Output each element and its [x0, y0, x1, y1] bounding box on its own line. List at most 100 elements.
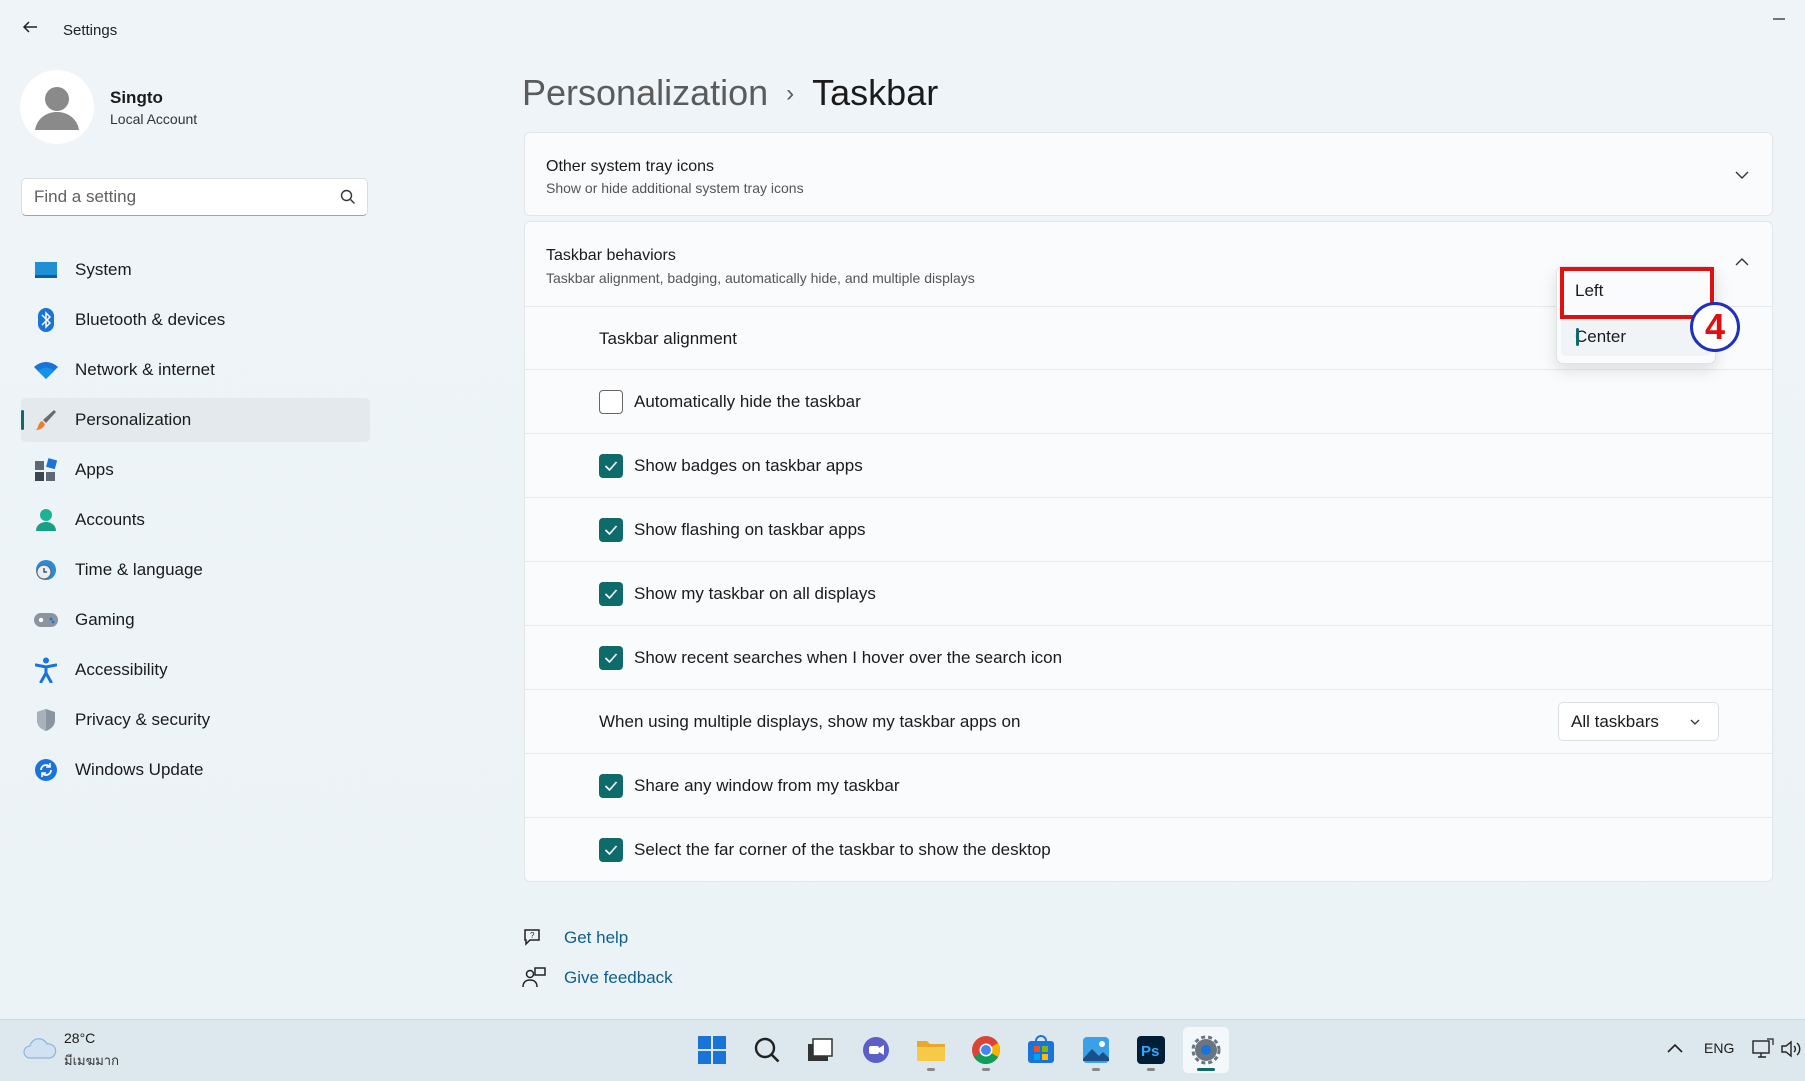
auto-hide-label: Automatically hide the taskbar — [634, 391, 861, 411]
chat-icon — [863, 1037, 889, 1063]
sidebar-item-apps[interactable]: Apps — [21, 448, 370, 492]
far-corner-label: Select the far corner of the taskbar to … — [634, 839, 1051, 859]
far-corner-row[interactable]: Select the far corner of the taskbar to … — [525, 817, 1772, 881]
sidebar-item-time-language[interactable]: Time & language — [21, 548, 370, 592]
multi-display-dropdown[interactable]: All taskbars — [1558, 702, 1719, 741]
update-icon — [33, 757, 59, 783]
checkmark-icon — [604, 780, 618, 791]
start-icon — [698, 1036, 726, 1064]
network-monitor-icon[interactable] — [1752, 1038, 1774, 1060]
photoshop-icon: Ps — [1137, 1036, 1165, 1064]
wifi-icon — [33, 357, 59, 383]
weather-description[interactable]: มีเมฆมาก — [64, 1050, 119, 1071]
checkmark-icon — [604, 524, 618, 535]
start-button[interactable] — [689, 1027, 735, 1073]
far-corner-checkbox[interactable] — [599, 837, 623, 862]
chrome-button[interactable] — [963, 1027, 1009, 1073]
sidebar-item-accounts[interactable]: Accounts — [21, 498, 370, 542]
svg-text:Ps: Ps — [1141, 1043, 1159, 1060]
all-displays-row[interactable]: Show my taskbar on all displays — [525, 561, 1772, 625]
task-view-button[interactable] — [797, 1027, 843, 1073]
checkmark-icon — [604, 460, 618, 471]
show-flashing-row[interactable]: Show flashing on taskbar apps — [525, 497, 1772, 561]
shield-icon — [33, 707, 59, 733]
input-language[interactable]: ENG — [1704, 1040, 1734, 1056]
alignment-option-center[interactable]: Center — [1561, 318, 1711, 356]
apps-icon — [33, 457, 59, 483]
volume-icon[interactable] — [1780, 1038, 1805, 1060]
chevron-up-icon[interactable] — [1732, 252, 1752, 272]
sidebar-item-gaming[interactable]: Gaming — [21, 598, 370, 642]
chrome-icon — [972, 1036, 1000, 1064]
minimize-button[interactable] — [1764, 8, 1794, 32]
settings-button[interactable] — [1183, 1027, 1229, 1073]
user-avatar-icon — [35, 87, 79, 130]
taskbar-behaviors-title: Taskbar behaviors — [546, 247, 676, 264]
settings-icon — [1191, 1035, 1221, 1065]
sidebar-item-network[interactable]: Network & internet — [21, 348, 370, 392]
taskbar-search-button[interactable] — [744, 1027, 790, 1073]
brush-icon — [33, 407, 59, 433]
show-badges-row[interactable]: Show badges on taskbar apps — [525, 433, 1772, 497]
store-button[interactable] — [1018, 1027, 1064, 1073]
show-badges-checkbox[interactable] — [599, 453, 623, 478]
search-input[interactable] — [22, 179, 336, 215]
selection-indicator — [1576, 328, 1579, 346]
all-displays-label: Show my taskbar on all displays — [634, 583, 876, 603]
user-account-type: Local Account — [110, 111, 198, 127]
search-icon — [754, 1037, 780, 1063]
give-feedback-link[interactable]: Give feedback — [522, 958, 673, 998]
minimize-icon — [1773, 18, 1785, 20]
share-window-row[interactable]: Share any window from my taskbar — [525, 753, 1772, 817]
recent-searches-checkbox[interactable] — [599, 645, 623, 670]
photos-button[interactable] — [1073, 1027, 1119, 1073]
back-button[interactable] — [14, 18, 46, 42]
sidebar-item-privacy[interactable]: Privacy & security — [21, 698, 370, 742]
all-displays-checkbox[interactable] — [599, 581, 623, 606]
sidebar-nav: System Bluetooth & devices Network & int… — [21, 248, 370, 798]
weather-temperature[interactable]: 28°C — [64, 1030, 95, 1046]
help-links: ? Get help Give feedback — [522, 918, 673, 998]
sidebar-item-bluetooth[interactable]: Bluetooth & devices — [21, 298, 370, 342]
chevron-down-icon[interactable] — [1732, 165, 1752, 185]
running-indicator — [1092, 1068, 1100, 1071]
cloud-icon[interactable] — [22, 1036, 58, 1062]
running-indicator — [982, 1068, 990, 1071]
recent-searches-label: Show recent searches when I hover over t… — [634, 647, 1063, 667]
search-icon[interactable] — [339, 188, 357, 206]
share-window-checkbox[interactable] — [599, 773, 623, 798]
photos-icon — [1083, 1037, 1109, 1063]
app-title: Settings — [63, 22, 118, 39]
selection-indicator — [21, 410, 24, 430]
taskbar-alignment-label: Taskbar alignment — [599, 328, 737, 348]
tray-chevron-up-icon[interactable] — [1662, 1038, 1688, 1060]
taskbar-behaviors-subtitle: Taskbar alignment, badging, automaticall… — [546, 270, 975, 286]
search-box — [21, 178, 368, 216]
running-indicator — [927, 1068, 935, 1071]
sidebar-item-system[interactable]: System — [21, 248, 370, 292]
bluetooth-icon — [33, 307, 59, 333]
avatar[interactable] — [20, 70, 94, 144]
help-chat-icon: ? — [524, 929, 540, 946]
show-flashing-checkbox[interactable] — [599, 517, 623, 542]
sidebar-item-personalization[interactable]: Personalization — [21, 398, 370, 442]
multi-display-value: All taskbars — [1571, 711, 1659, 731]
get-help-link[interactable]: ? Get help — [522, 918, 673, 958]
task-view-icon — [808, 1038, 833, 1061]
accounts-icon — [33, 507, 59, 533]
file-explorer-button[interactable] — [908, 1027, 954, 1073]
breadcrumb-parent[interactable]: Personalization — [522, 72, 768, 113]
recent-searches-row[interactable]: Show recent searches when I hover over t… — [525, 625, 1772, 689]
auto-hide-checkbox[interactable] — [599, 389, 623, 414]
chat-button[interactable] — [853, 1027, 899, 1073]
tray-icons-subtitle: Show or hide additional system tray icon… — [546, 180, 804, 196]
share-window-label: Share any window from my taskbar — [634, 775, 900, 795]
running-indicator — [1147, 1068, 1155, 1071]
checkmark-icon — [604, 844, 618, 855]
sidebar-item-accessibility[interactable]: Accessibility — [21, 648, 370, 692]
sidebar-item-windows-update[interactable]: Windows Update — [21, 748, 370, 792]
auto-hide-row[interactable]: Automatically hide the taskbar — [525, 369, 1772, 433]
photoshop-button[interactable]: Ps — [1128, 1027, 1174, 1073]
tray-icons-card[interactable]: Other system tray icons Show or hide add… — [524, 132, 1773, 216]
checkmark-icon — [604, 652, 618, 663]
